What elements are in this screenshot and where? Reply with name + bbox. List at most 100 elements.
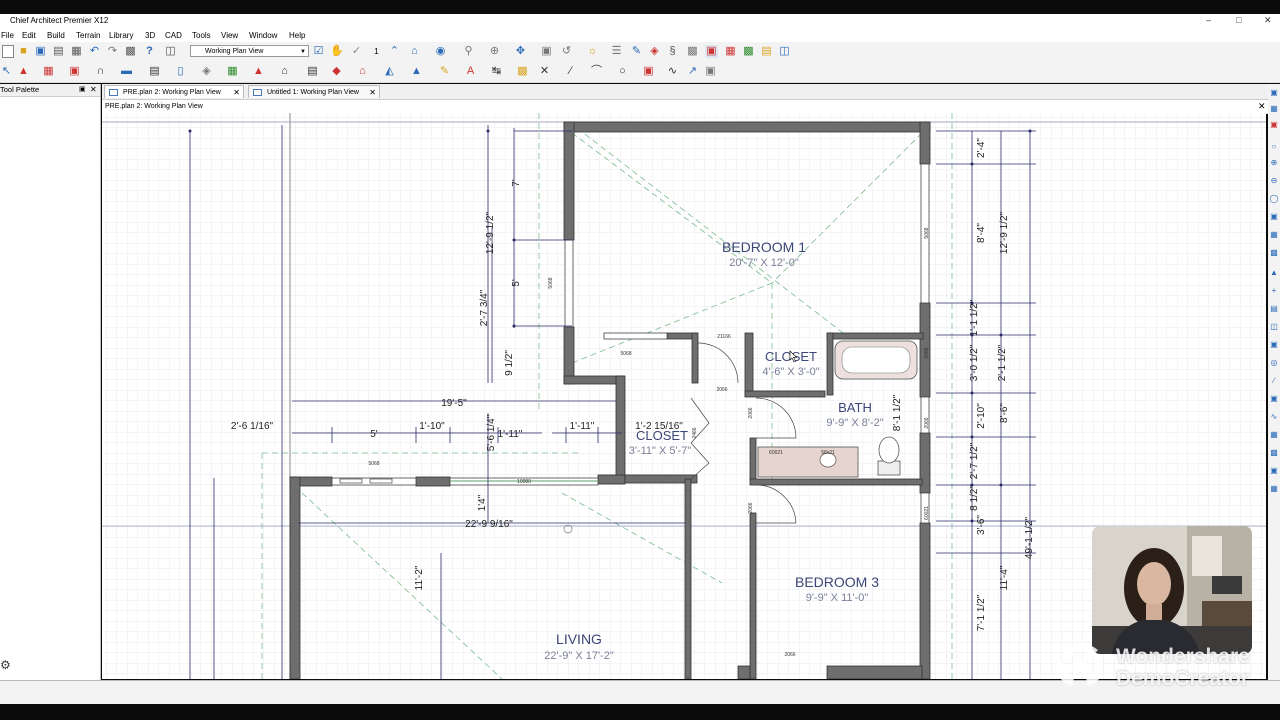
close-icon[interactable]: ✕ — [1264, 15, 1272, 26]
menu-help[interactable]: Help — [289, 31, 305, 40]
select-arrow-icon[interactable]: ↖ — [0, 65, 13, 78]
view-tool-icon[interactable]: ◫ — [1269, 322, 1279, 332]
help-icon[interactable]: ? — [143, 45, 156, 58]
view-tool-icon[interactable]: ▣ — [1269, 120, 1279, 130]
tab-untitled[interactable]: Untitled 1: Working Plan View ✕ — [248, 85, 380, 98]
view-tool-icon[interactable]: ◎ — [1269, 358, 1279, 368]
window-tool-icon[interactable]: ▬ — [120, 65, 133, 78]
plan-view-icon[interactable]: ▣ — [705, 45, 718, 58]
float-icon[interactable]: ▣ — [79, 84, 86, 96]
spiral-icon[interactable]: § — [666, 45, 679, 58]
terrain-icon[interactable]: ◆ — [330, 65, 343, 78]
menu-cad[interactable]: CAD — [165, 31, 182, 40]
eraser-icon[interactable]: ▩ — [686, 45, 699, 58]
floor-number[interactable]: 1 — [370, 45, 383, 58]
open-folder-icon[interactable]: ■ — [17, 45, 30, 58]
redo-icon[interactable]: ↷ — [106, 45, 119, 58]
fill-window-icon[interactable]: ▣ — [540, 45, 553, 58]
zoom-out-icon[interactable]: ⊖ — [1269, 176, 1279, 186]
edit-handle-icon[interactable]: ▲ — [17, 65, 30, 78]
callout-icon[interactable]: ↹ — [490, 65, 503, 78]
tab-pre-plan[interactable]: PRE.plan 2: Working Plan View ✕ — [104, 85, 244, 98]
circle-icon[interactable]: ○ — [616, 65, 629, 78]
undo-icon[interactable]: ↶ — [88, 45, 101, 58]
cad-block-icon[interactable]: ▣ — [704, 65, 717, 78]
refresh-icon[interactable]: ↺ — [560, 45, 573, 58]
house-icon[interactable]: ⌂ — [408, 45, 421, 58]
view-tool-icon[interactable]: ◯ — [1269, 194, 1279, 204]
arc-icon[interactable]: ⌒ — [590, 65, 603, 78]
perspective-icon[interactable]: ▩ — [742, 45, 755, 58]
cabinet-icon[interactable]: ∩ — [94, 65, 107, 78]
layer-display-icon[interactable]: ☑ — [312, 45, 325, 58]
roof-icon[interactable]: ◈ — [200, 65, 213, 78]
picture-icon[interactable]: ▩ — [516, 65, 529, 78]
room-icon[interactable]: ▣ — [68, 65, 81, 78]
menu-tools[interactable]: Tools — [192, 31, 211, 40]
view-tool-icon[interactable]: ▲ — [1269, 268, 1279, 278]
minimize-icon[interactable]: – — [1206, 15, 1211, 25]
ruler-icon[interactable]: ✎ — [438, 65, 451, 78]
menu-file[interactable]: File — [1, 31, 14, 40]
view-tool-icon[interactable]: ▣ — [1269, 212, 1279, 222]
tab-close-icon[interactable]: ✕ — [369, 86, 376, 99]
electrical-icon[interactable]: ◭ — [383, 65, 396, 78]
camera-icon[interactable]: ◉ — [434, 45, 447, 58]
up-floor-icon[interactable]: ⌃ — [388, 45, 401, 58]
framing-icon[interactable]: ⌂ — [278, 65, 291, 78]
save-icon[interactable]: ▣ — [34, 45, 47, 58]
view-tool-icon[interactable]: + — [1269, 286, 1279, 296]
stairs-icon[interactable]: ▤ — [148, 65, 161, 78]
wall-icon[interactable]: ▦ — [42, 65, 55, 78]
maximize-icon[interactable]: □ — [1236, 15, 1241, 25]
view-tool-icon[interactable]: ▦ — [1269, 484, 1279, 494]
grid-icon[interactable]: ▦ — [226, 65, 239, 78]
text-icon[interactable]: A — [464, 65, 477, 78]
railing-icon[interactable]: ▤ — [306, 65, 319, 78]
tab-close-icon[interactable]: ✕ — [233, 86, 240, 99]
line-icon[interactable]: ∕ — [564, 65, 577, 78]
view-tool-icon[interactable]: ○ — [1269, 142, 1279, 152]
view-tool-icon[interactable]: ▦ — [1269, 230, 1279, 240]
materials-icon[interactable]: ▤ — [760, 45, 773, 58]
pan-icon[interactable]: ✥ — [514, 45, 527, 58]
palette-close-icon[interactable]: ✕ — [90, 84, 97, 96]
view-tool-icon[interactable]: ▩ — [1269, 248, 1279, 258]
pencil-icon[interactable]: ✎ — [630, 45, 643, 58]
view-tool-icon[interactable]: ▦ — [1269, 104, 1279, 114]
view-tool-icon[interactable]: ∿ — [1269, 412, 1279, 422]
print-icon[interactable]: ▤ — [52, 45, 65, 58]
box-icon[interactable]: ▣ — [642, 65, 655, 78]
menu-view[interactable]: View — [221, 31, 238, 40]
layer-icon[interactable]: ◫ — [164, 45, 177, 58]
view-tool-icon[interactable]: ▣ — [1269, 466, 1279, 476]
check-icon[interactable]: ✓ — [350, 45, 363, 58]
dimension-icon[interactable]: ▲ — [410, 65, 423, 78]
view-tool-icon[interactable]: ▣ — [1269, 394, 1279, 404]
door-icon[interactable]: ▯ — [174, 65, 187, 78]
print-preview-icon[interactable]: ▦ — [70, 45, 83, 58]
plant-icon[interactable]: ⌂ — [356, 65, 369, 78]
preferences-icon[interactable]: ▩ — [124, 45, 137, 58]
layout-icon[interactable]: ◫ — [778, 45, 791, 58]
furniture-icon[interactable]: ▲ — [252, 65, 265, 78]
view-tool-icon[interactable]: ▣ — [1269, 340, 1279, 350]
zoom-icon[interactable]: ⚲ — [462, 45, 475, 58]
paint-icon[interactable]: ◈ — [648, 45, 661, 58]
tape-icon[interactable]: ☰ — [610, 45, 623, 58]
select-hand-icon[interactable]: ✋ — [330, 45, 344, 58]
menu-build[interactable]: Build — [47, 31, 65, 40]
new-file-icon[interactable] — [2, 45, 14, 58]
elevation-icon[interactable]: ▦ — [724, 45, 737, 58]
menu-library[interactable]: Library — [109, 31, 133, 40]
cross-icon[interactable]: ✕ — [538, 65, 551, 78]
view-tool-icon[interactable]: ▣ — [1269, 88, 1279, 98]
menu-terrain[interactable]: Terrain — [76, 31, 100, 40]
zoom-in-icon[interactable]: ⊕ — [488, 45, 501, 58]
view-tool-icon[interactable]: ∕ — [1269, 376, 1279, 386]
view-tool-icon[interactable]: ▤ — [1269, 304, 1279, 314]
menu-window[interactable]: Window — [249, 31, 277, 40]
view-dropdown[interactable]: Working Plan View ▼ — [190, 45, 309, 57]
lines-icon[interactable]: ↗ — [686, 65, 699, 78]
view-tool-icon[interactable]: ▦ — [1269, 430, 1279, 440]
